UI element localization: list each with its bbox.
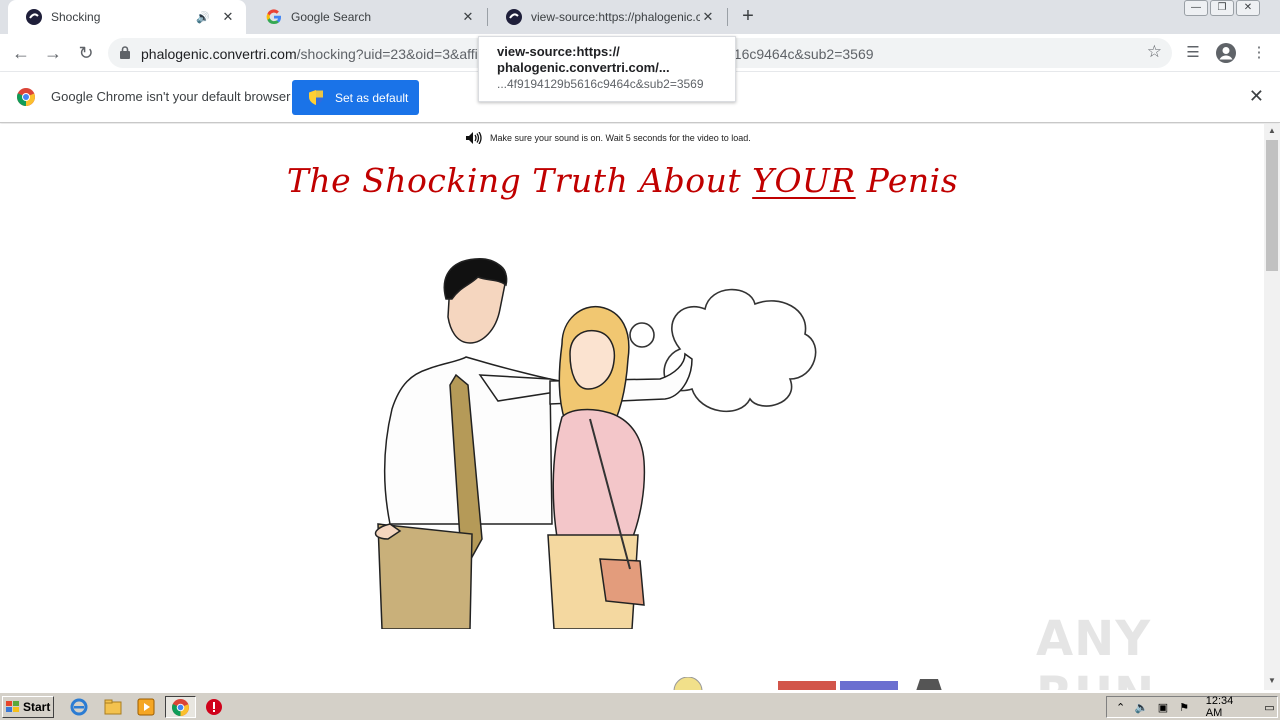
close-tab-icon[interactable]: ✕ [700,9,716,25]
menu-kebab-icon[interactable]: ⋮ [1248,42,1270,64]
chrome-logo-icon [172,699,189,716]
tooltip-line-2: phalogenic.convertri.com/... [497,60,670,75]
lock-icon [120,46,130,59]
tab-separator [727,8,728,26]
new-tab-button[interactable]: + [737,6,759,28]
media-control-icon[interactable]: ☰ [1182,42,1204,64]
headline-emphasis: YOUR [752,161,856,200]
tooltip-line-1: view-source:https:// [497,44,620,59]
url-host: phalogenic.convertri.com [141,46,297,62]
forward-button[interactable]: → [40,40,66,66]
shield-icon [309,90,323,105]
scroll-down-arrow-icon[interactable]: ▼ [1264,676,1280,688]
url-text: phalogenic.convertri.com/shocking?uid=23… [141,46,478,62]
sound-note-text: Make sure your sound is on. Wait 5 secon… [490,133,751,143]
scrollbar-thumb[interactable] [1266,140,1278,271]
media-player-icon[interactable] [137,698,155,716]
man-figure [374,258,693,629]
tooltip-line-3: ...4f9194129b5616c9464c&sub2=3569 [497,77,704,91]
scroll-up-arrow-icon[interactable]: ▲ [1264,126,1280,138]
set-as-default-button[interactable]: Set as default [292,80,419,115]
infobar-close-icon[interactable]: ✕ [1249,86,1264,107]
window-controls: — ❐ ✕ [1182,0,1260,18]
tab-title: Shocking [51,10,101,24]
windows-logo-icon [6,701,19,712]
chrome-logo-icon [17,88,35,106]
profile-icon[interactable] [1215,42,1237,64]
google-g-icon [266,9,281,25]
minimize-button[interactable]: — [1184,0,1208,16]
url-tail: 516c9464c&sub2=3569 [726,46,874,62]
tab-title: view-source:https://phalogenic.conv [531,10,700,24]
volume-icon[interactable]: 🔈 [1134,701,1149,714]
restore-button[interactable]: ❐ [1210,0,1234,16]
windows-taskbar: Start ⌃ 🔈 ▣ ⚑ 12:34 AM ▭ [0,692,1280,720]
close-window-button[interactable]: ✕ [1236,0,1260,16]
speaker-icon [466,132,482,144]
close-tab-icon[interactable]: ✕ [220,9,236,25]
file-explorer-icon[interactable] [104,698,122,716]
convertri-icon [506,9,522,25]
bookmark-star-icon[interactable]: ☆ [1147,42,1162,62]
network-icon[interactable]: ▣ [1155,701,1170,714]
tab-strip: Shocking 🔊 ✕ Google Search ✕ view-source… [0,0,1280,34]
start-button[interactable]: Start [2,696,54,718]
tab-shocking[interactable]: Shocking 🔊 ✕ [8,0,246,34]
system-tray: ⌃ 🔈 ▣ ⚑ 12:34 AM ▭ [1106,695,1278,719]
tab-google-search[interactable]: Google Search ✕ [248,0,486,34]
convertri-icon [26,9,42,25]
set-as-default-label: Set as default [335,90,409,105]
headline-end: Penis [855,161,959,200]
url-path: /shocking?uid=23&oid=3&affi [296,46,478,62]
close-tab-icon[interactable]: ✕ [460,9,476,25]
anyrun-watermark: ANY RUN [1036,611,1154,690]
tab-hover-tooltip: view-source:https:// phalogenic.convertr… [478,36,736,102]
show-desktop-icon[interactable]: ▭ [1262,701,1277,714]
tray-expand-icon[interactable]: ⌃ [1113,701,1128,714]
taskbar-clock[interactable]: 12:34 AM [1206,695,1250,719]
speaker-icon[interactable]: 🔊 [196,11,210,24]
page-content: Make sure your sound is on. Wait 5 secon… [0,124,1264,690]
sound-note: Make sure your sound is on. Wait 5 secon… [466,132,751,144]
infobar-message: Google Chrome isn't your default browser [51,89,291,104]
page-scrollbar[interactable]: ▲ ▼ [1264,124,1280,690]
woman-figure [547,305,646,629]
tab-view-source[interactable]: view-source:https://phalogenic.conv ✕ [488,0,726,34]
headline-start: The Shocking Truth About [286,161,753,200]
reload-button[interactable]: ↻ [73,40,99,66]
start-label: Start [23,700,51,714]
taskbar-chrome-item[interactable] [165,696,196,718]
trust-badges [673,677,942,690]
back-button[interactable]: ← [8,40,34,66]
internet-explorer-icon[interactable] [70,698,88,716]
cartoon-illustration[interactable] [300,239,840,629]
action-center-flag-icon[interactable]: ⚑ [1177,701,1192,714]
page-headline: The Shocking Truth About YOUR Penis [0,161,1245,200]
tab-title: Google Search [291,10,372,24]
stop-sign-icon[interactable] [205,698,223,716]
